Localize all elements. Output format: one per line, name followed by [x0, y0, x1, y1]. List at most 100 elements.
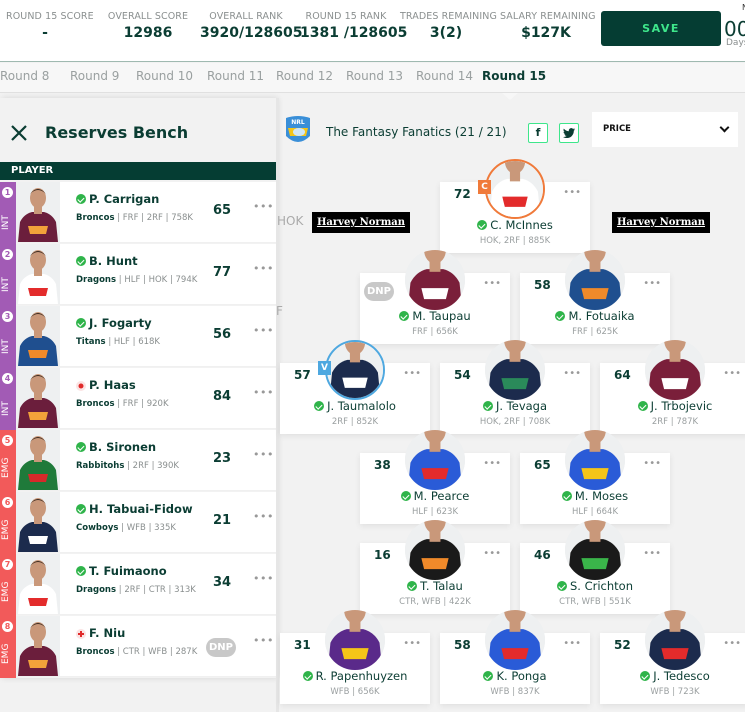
player-avatar[interactable] — [405, 520, 465, 580]
player-name[interactable]: J. Fogarty — [76, 316, 152, 330]
more-options-icon[interactable]: ••• — [483, 278, 501, 289]
player-score: 58 — [454, 638, 471, 652]
slot-type: INT — [1, 401, 11, 416]
player-name[interactable]: B. Sironen — [76, 440, 156, 454]
round-tab[interactable]: Round 9 — [70, 69, 119, 83]
more-options-icon[interactable]: ••• — [563, 187, 581, 198]
status-ok-icon — [483, 671, 494, 681]
more-options-icon[interactable]: ••• — [723, 638, 741, 649]
more-options-icon[interactable]: ••• — [403, 638, 421, 649]
bench-player-row[interactable]: 8 EMG F. Niu Broncos | CTR | WFB | 287K DNP •… — [0, 616, 276, 678]
player-team: Rabbitohs — [76, 461, 125, 471]
round-tab[interactable]: Round 12 — [276, 69, 333, 83]
player-team: Dragons — [76, 585, 117, 595]
player-avatar[interactable] — [565, 430, 625, 490]
more-options-icon[interactable]: ••• — [483, 548, 501, 559]
player-team: Titans — [76, 337, 106, 347]
slot-type: EMG — [1, 581, 11, 602]
player-avatar[interactable] — [325, 340, 385, 400]
status-ok-icon — [76, 318, 86, 328]
more-options-icon[interactable]: ••• — [643, 548, 661, 559]
player-meta: Dragons | 2RF | CTR | 313K — [76, 585, 196, 595]
bench-player-row[interactable]: 6 EMG H. Tabuai-Fidow Cowboys | WFB | 335K 2… — [0, 492, 276, 554]
player-name[interactable]: P. Haas — [76, 378, 136, 392]
player-photo — [16, 244, 60, 304]
round-tab[interactable]: Round 15 — [482, 69, 546, 83]
more-options-icon[interactable]: ••• — [403, 368, 421, 379]
more-options-icon[interactable]: ••• — [483, 458, 501, 469]
more-options-icon[interactable]: ••• — [253, 386, 274, 399]
more-options-icon[interactable]: ••• — [723, 368, 741, 379]
player-score: 31 — [294, 638, 311, 652]
round-tab[interactable]: Round 14 — [416, 69, 473, 83]
more-options-icon[interactable]: ••• — [253, 634, 274, 647]
more-options-icon[interactable]: ••• — [563, 638, 581, 649]
player-meta: HLF | 623K — [411, 507, 459, 517]
round-tab[interactable]: Round 11 — [207, 69, 264, 83]
player-name[interactable]: H. Tabuai-Fidow — [76, 502, 193, 516]
player-avatar[interactable] — [645, 610, 705, 670]
more-options-icon[interactable]: ••• — [253, 262, 274, 275]
bench-player-row[interactable]: 5 EMG B. Sironen Rabbitohs | 2RF | 390K 23 ••… — [0, 430, 276, 492]
player-team: Dragons — [76, 275, 117, 285]
player-score: 54 — [454, 368, 471, 382]
bench-player-row[interactable]: 2 INT B. Hunt Dragons | HLF | HOK | 794K 77 •… — [0, 244, 276, 306]
sponsor-logo-right: Harvey Norman — [612, 212, 710, 233]
more-options-icon[interactable]: ••• — [253, 572, 274, 585]
more-options-icon[interactable]: ••• — [643, 458, 661, 469]
player-photo — [16, 430, 60, 490]
more-options-icon[interactable]: ••• — [253, 200, 274, 213]
player-meta: Broncos | FRF | 920K — [76, 399, 169, 409]
player-avatar[interactable] — [405, 250, 465, 310]
player-photo — [16, 616, 60, 676]
player-avatar[interactable] — [325, 610, 385, 670]
player-name[interactable]: T. Fuimaono — [76, 564, 167, 578]
twitter-share-button[interactable] — [559, 123, 579, 143]
bench-player-row[interactable]: 4 INT P. Haas Broncos | FRF | 920K 84 ••• — [0, 368, 276, 430]
bench-player-row[interactable]: 7 EMG T. Fuimaono Dragons | 2RF | CTR | 313… — [0, 554, 276, 616]
player-avatar[interactable] — [645, 340, 705, 400]
more-options-icon[interactable]: ••• — [563, 368, 581, 379]
reserves-bench-panel: Reserves Bench PLAYER 1 INT P. Carrigan Bro… — [0, 98, 276, 678]
player-avatar[interactable] — [565, 520, 625, 580]
vice-captain-badge: V — [318, 361, 331, 375]
status-ok-icon — [76, 256, 86, 266]
more-options-icon[interactable]: ••• — [643, 278, 661, 289]
player-name[interactable]: F. Niu — [76, 626, 125, 640]
sort-dropdown[interactable]: PRICE — [592, 112, 738, 147]
player-name: J. Tevaga — [440, 399, 590, 413]
more-options-icon[interactable]: ••• — [253, 324, 274, 337]
team-name: The Fantasy Fanatics (21 / 21) — [326, 125, 507, 139]
player-avatar[interactable] — [485, 610, 545, 670]
player-name: M. Pearce — [360, 489, 510, 503]
round-tab[interactable]: Round 13 — [346, 69, 403, 83]
dnp-badge: DNP — [206, 638, 236, 657]
slot-tag: 2 INT — [0, 244, 16, 306]
save-button[interactable]: SAVE — [601, 11, 721, 46]
player-name[interactable]: B. Hunt — [76, 254, 138, 268]
player-meta: CTR, WFB | 422K — [399, 597, 471, 607]
player-score: 57 — [294, 368, 311, 382]
stat-overall-score: OVERALL SCORE 12986 — [107, 11, 189, 41]
more-options-icon[interactable]: ••• — [253, 510, 274, 523]
player-name: K. Ponga — [440, 669, 590, 683]
bench-player-row[interactable]: 3 INT J. Fogarty Titans | HLF | 618K 56 ••• — [0, 306, 276, 368]
player-score: 23 — [213, 451, 232, 466]
bench-player-row[interactable]: 1 INT P. Carrigan Broncos | FRF | 2RF | 758… — [0, 182, 276, 244]
player-avatar[interactable] — [485, 340, 545, 400]
player-score: 58 — [534, 278, 551, 292]
more-options-icon[interactable]: ••• — [253, 448, 274, 461]
stat-round-rank: ROUND 15 RANK 1381 /128605 — [300, 11, 408, 41]
round-tab[interactable]: Round 8 — [0, 69, 49, 83]
player-name[interactable]: P. Carrigan — [76, 192, 159, 206]
status-ok-icon — [482, 401, 493, 411]
status-ok-icon — [640, 671, 651, 681]
player-name: J. Taumalolo — [280, 399, 430, 413]
player-avatar[interactable] — [405, 430, 465, 490]
round-tab[interactable]: Round 10 — [136, 69, 193, 83]
player-score: 52 — [614, 638, 631, 652]
player-avatar[interactable] — [485, 159, 545, 219]
facebook-share-button[interactable]: f — [528, 123, 548, 143]
close-icon[interactable] — [10, 124, 28, 142]
player-avatar[interactable] — [565, 250, 625, 310]
